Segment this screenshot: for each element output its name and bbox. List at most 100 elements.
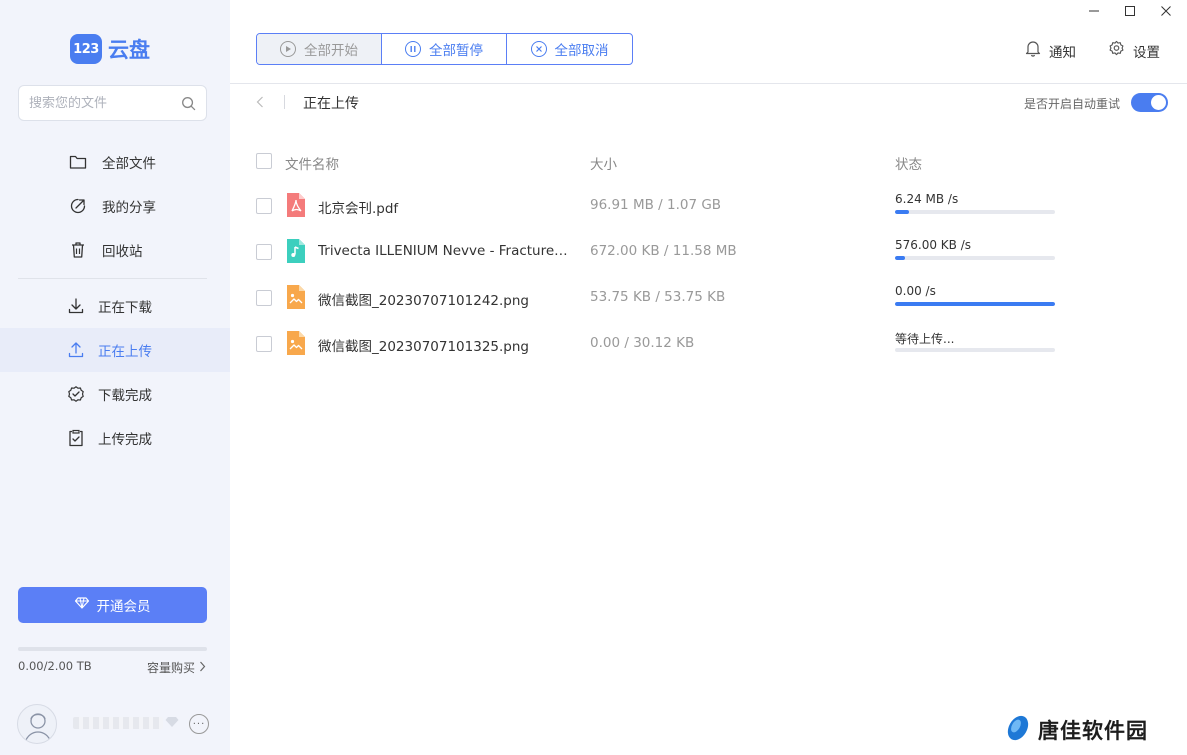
pause-all-button[interactable]: 全部暂停: [382, 34, 507, 64]
table-row[interactable]: Trivecta ILLENIUM Nevve - Fractures T...…: [256, 228, 1166, 274]
upload-done-icon: [66, 428, 86, 448]
pdf-file-icon: [285, 192, 307, 218]
header-divider: [230, 83, 1187, 84]
sidebar-item-download-complete[interactable]: 下载完成: [0, 372, 230, 416]
upload-progress-bar: [895, 210, 1055, 214]
row-checkbox[interactable]: [256, 336, 272, 352]
upload-status: 576.00 KB /s: [895, 238, 972, 252]
sidebar-divider: [18, 278, 207, 279]
file-name: 微信截图_20230707101242.png: [318, 293, 529, 309]
column-header-name: 文件名称: [285, 157, 339, 173]
select-all-checkbox[interactable]: [256, 153, 272, 169]
sidebar-item-all-files[interactable]: 全部文件: [0, 140, 230, 184]
start-all-label: 全部开始: [304, 43, 358, 59]
sidebar-item-my-share[interactable]: 我的分享: [0, 184, 230, 228]
toggle-knob: [1151, 95, 1166, 110]
file-name: Trivecta ILLENIUM Nevve - Fractures T...: [318, 243, 568, 259]
file-name: 微信截图_20230707101325.png: [318, 339, 529, 355]
logo-badge: 123: [70, 34, 102, 64]
settings-label: 设置: [1133, 44, 1160, 61]
column-header-status: 状态: [895, 157, 922, 173]
sidebar-item-label: 正在下载: [98, 300, 152, 316]
notify-button[interactable]: 通知: [1025, 40, 1076, 61]
audio-file-icon: [285, 238, 307, 264]
search-input[interactable]: [29, 95, 180, 111]
pause-all-label: 全部暂停: [429, 43, 483, 59]
file-size: 672.00 KB / 11.58 MB: [590, 243, 737, 259]
sidebar-item-label: 下载完成: [98, 388, 152, 404]
image-file-icon: [285, 284, 307, 310]
sidebar-item-recycle-bin[interactable]: 回收站: [0, 228, 230, 272]
cancel-icon: [530, 41, 547, 57]
back-icon[interactable]: [252, 94, 268, 110]
watermark-logo-icon: [1004, 713, 1032, 747]
app-window: 123 云盘 全部文件 我的分享: [0, 0, 1187, 755]
notify-label: 通知: [1049, 44, 1076, 61]
upload-progress-bar: [895, 348, 1055, 352]
sidebar-item-upload-complete[interactable]: 上传完成: [0, 416, 230, 460]
cancel-all-label: 全部取消: [554, 43, 609, 59]
progress-fill: [895, 256, 905, 260]
storage-progress-bar: [18, 647, 207, 651]
gear-icon: [1108, 40, 1125, 61]
files-nav: 全部文件 我的分享 回收站: [0, 140, 230, 272]
storage-usage: 0.00/2.00 TB: [18, 659, 92, 673]
table-row[interactable]: 微信截图_20230707101325.png 0.00 / 30.12 KB 等待…: [256, 320, 1166, 366]
folder-icon: [68, 152, 88, 172]
more-options-icon[interactable]: ···: [189, 714, 209, 734]
member-diamond-icon: [165, 716, 179, 732]
minimize-icon[interactable]: [1079, 0, 1109, 22]
settings-button[interactable]: 设置: [1108, 40, 1160, 61]
download-icon: [66, 296, 86, 316]
watermark-text: 唐佳软件园: [1038, 719, 1148, 743]
buy-storage-label: 容量购买: [147, 661, 196, 675]
upload-progress-bar: [895, 302, 1055, 306]
sidebar-item-label: 全部文件: [102, 156, 156, 172]
row-checkbox[interactable]: [256, 244, 272, 260]
table-body: 北京会刊.pdf 96.91 MB / 1.07 GB 6.24 MB /s Triv…: [256, 182, 1166, 366]
transfer-nav: 正在下载 正在上传 下载完成 上传完成: [0, 284, 230, 460]
avatar[interactable]: [17, 704, 57, 744]
row-checkbox[interactable]: [256, 290, 272, 306]
close-icon[interactable]: [1151, 0, 1181, 22]
table-row[interactable]: 微信截图_20230707101242.png 53.75 KB / 53.75 …: [256, 274, 1166, 320]
auto-retry-label: 是否开启自动重试: [1024, 97, 1121, 111]
diamond-icon: [74, 597, 89, 613]
auto-retry-toggle[interactable]: [1131, 93, 1168, 112]
upload-status: 6.24 MB /s: [895, 192, 959, 206]
progress-fill: [895, 210, 910, 214]
sidebar-item-label: 上传完成: [98, 432, 152, 448]
search-box[interactable]: [18, 85, 207, 121]
bell-icon: [1025, 40, 1041, 61]
trash-icon: [68, 240, 88, 260]
vip-button-label: 开通会员: [96, 599, 151, 615]
upload-table: 文件名称 大小 状态 北京会刊.pdf 96.91 MB / 1.07 GB 6.2…: [256, 140, 1166, 366]
maximize-icon[interactable]: [1115, 0, 1145, 22]
start-all-button[interactable]: 全部开始: [257, 34, 382, 64]
image-file-icon: [285, 330, 307, 356]
sidebar-item-uploading[interactable]: 正在上传: [0, 328, 230, 372]
file-size: 53.75 KB / 53.75 KB: [590, 289, 726, 305]
share-icon: [68, 196, 88, 216]
watermark: 唐佳软件园: [1004, 713, 1148, 747]
logo-text: 云盘: [108, 38, 150, 62]
title-separator: [284, 95, 285, 109]
username-redacted: [73, 717, 163, 729]
sidebar: 123 云盘 全部文件 我的分享: [0, 0, 230, 755]
row-checkbox[interactable]: [256, 198, 272, 214]
search-icon[interactable]: [180, 95, 196, 111]
download-done-icon: [66, 384, 86, 404]
upload-icon: [66, 340, 86, 360]
upload-status: 等待上传...: [895, 332, 955, 346]
cancel-all-button[interactable]: 全部取消: [507, 34, 632, 64]
table-row[interactable]: 北京会刊.pdf 96.91 MB / 1.07 GB 6.24 MB /s: [256, 182, 1166, 228]
table-header: 文件名称 大小 状态: [256, 140, 1166, 182]
open-vip-button[interactable]: 开通会员: [18, 587, 207, 623]
buy-storage-link[interactable]: 容量购买: [147, 659, 206, 676]
upload-progress-bar: [895, 256, 1055, 260]
sidebar-item-downloading[interactable]: 正在下载: [0, 284, 230, 328]
file-size: 0.00 / 30.12 KB: [590, 335, 695, 351]
sidebar-item-label: 回收站: [102, 244, 143, 260]
sidebar-item-label: 正在上传: [98, 344, 152, 360]
column-header-size: 大小: [590, 157, 617, 173]
